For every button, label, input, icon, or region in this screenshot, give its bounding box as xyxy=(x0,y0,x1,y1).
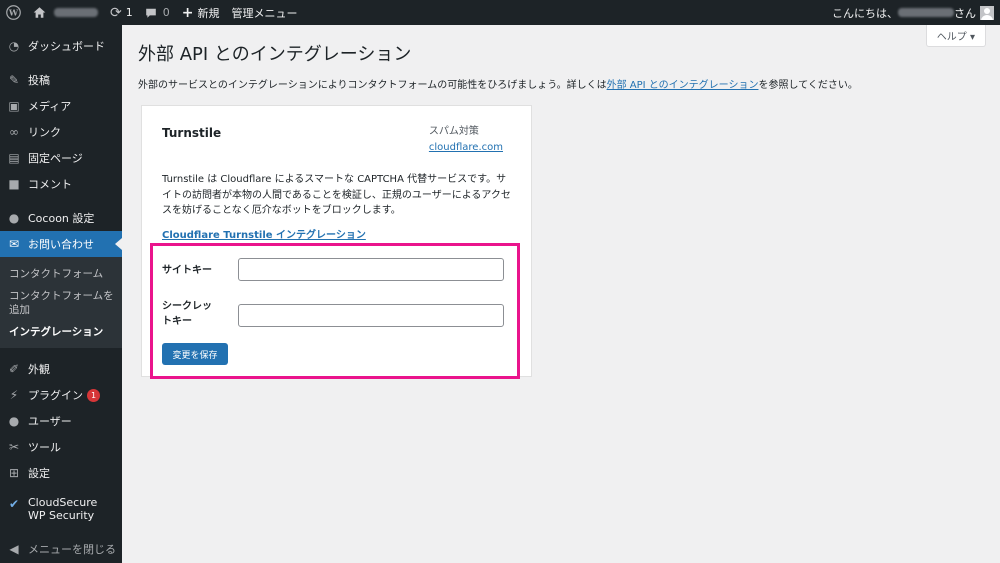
link-icon: ∞ xyxy=(9,125,19,139)
sidebar-label: 外観 xyxy=(28,363,50,376)
turnstile-integration-link[interactable]: Cloudflare Turnstile インテグレーション xyxy=(162,226,366,241)
sidebar-label: リンク xyxy=(28,126,61,139)
card-category: スパム対策 cloudflare.com xyxy=(429,122,503,153)
intro-text: 外部のサービスとのインテグレーションによりコンタクトフォームの可能性をひろげまし… xyxy=(138,76,858,91)
intro-link[interactable]: 外部 API とのインテグレーション xyxy=(607,80,759,91)
pages-icon: ▤ xyxy=(8,151,20,165)
cocoon-icon: ● xyxy=(8,211,20,225)
sidebar-item-users[interactable]: ● ユーザー xyxy=(0,408,122,434)
sidebar-label: 固定ページ xyxy=(28,152,83,165)
wrench-icon: ✂ xyxy=(8,440,20,454)
sidebar-item-dashboard[interactable]: ◔ ダッシュボード xyxy=(0,33,122,59)
updates-icon: ⟳ xyxy=(110,4,122,21)
submenu-add-form[interactable]: コンタクトフォームを追加 xyxy=(0,285,122,321)
collapse-arrow-icon: ◀ xyxy=(9,542,19,556)
site-key-label: サイトキー xyxy=(162,265,212,276)
settings-icon: ⊞ xyxy=(8,466,20,480)
admin-sidebar: ◔ ダッシュボード ✎ 投稿 ▣ メディア ∞ リンク ▤ 固定ページ ■ コメ… xyxy=(0,25,122,563)
updates-count: 1 xyxy=(125,6,133,19)
comments-count: 0 xyxy=(162,6,170,19)
help-tab-button[interactable]: ヘルプ ▾ xyxy=(925,25,986,47)
sidebar-label: Cocoon 設定 xyxy=(28,212,95,225)
sidebar-label: 投稿 xyxy=(28,74,50,87)
sidebar-item-settings[interactable]: ⊞ 設定 xyxy=(0,460,122,486)
admin-menu-item[interactable]: 管理メニュー xyxy=(225,0,303,25)
secret-key-label: シークレッ トキー xyxy=(162,299,212,329)
media-icon: ▣ xyxy=(8,99,20,113)
sidebar-label: CloudSecure WP Security xyxy=(28,496,98,522)
sidebar-item-plugins[interactable]: ⚡ プラグイン 1 xyxy=(0,382,122,408)
greeting-text: こんにちは、 xyxy=(832,6,898,20)
new-content-item[interactable]: + 新規 xyxy=(176,0,226,25)
contact-submenu: コンタクトフォーム コンタクトフォームを追加 インテグレーション xyxy=(0,257,122,348)
sidebar-item-pages[interactable]: ▤ 固定ページ xyxy=(0,145,122,171)
sidebar-item-links[interactable]: ∞ リンク xyxy=(0,119,122,145)
turnstile-integration-card: Turnstile スパム対策 cloudflare.com Turnstile… xyxy=(141,105,532,379)
plugins-update-badge: 1 xyxy=(87,388,100,402)
home-icon xyxy=(33,7,46,18)
svg-text:W: W xyxy=(8,8,19,18)
sidebar-item-cocoon[interactable]: ● Cocoon 設定 xyxy=(0,205,122,231)
comment-icon: ■ xyxy=(8,177,20,191)
dashboard-icon: ◔ xyxy=(8,39,20,53)
admin-bar: W ⟳ 1 0 + 新規 管理メニュー こんにちは、 さん xyxy=(0,0,1000,25)
plugin-icon: ⚡ xyxy=(9,388,19,402)
shield-check-icon: ✔ xyxy=(8,497,20,511)
collapse-menu-button[interactable]: ◀ メニューを閉じる xyxy=(0,536,122,562)
intro-suffix: を参照してください。 xyxy=(758,80,858,91)
paintbrush-icon: ✐ xyxy=(8,362,20,376)
comments-item[interactable]: 0 xyxy=(139,0,176,25)
secret-key-label-line2: トキー xyxy=(162,316,192,327)
card-title: Turnstile xyxy=(162,126,222,140)
sidebar-item-appearance[interactable]: ✐ 外観 xyxy=(0,356,122,382)
updates-item[interactable]: ⟳ 1 xyxy=(104,0,139,25)
help-label: ヘルプ ▾ xyxy=(936,32,975,43)
pushpin-icon: ✎ xyxy=(8,73,20,87)
sidebar-label: メディア xyxy=(28,100,72,113)
sidebar-item-posts[interactable]: ✎ 投稿 xyxy=(0,67,122,93)
intro-prefix: 外部のサービスとのインテグレーションによりコンタクトフォームの可能性をひろげまし… xyxy=(138,80,607,91)
cloudflare-link[interactable]: cloudflare.com xyxy=(429,142,503,153)
new-label: 新規 xyxy=(197,6,220,20)
sidebar-item-tools[interactable]: ✂ ツール xyxy=(0,434,122,460)
site-name[interactable] xyxy=(27,0,104,25)
main-content: ヘルプ ▾ 外部 API とのインテグレーション 外部のサービスとのインテグレー… xyxy=(122,25,1000,563)
wordpress-logo-icon[interactable]: W xyxy=(0,0,27,25)
mail-icon: ✉ xyxy=(8,237,20,251)
greeting-suffix: さん xyxy=(954,6,976,20)
sidebar-label: ダッシュボード xyxy=(28,40,105,53)
sidebar-item-media[interactable]: ▣ メディア xyxy=(0,93,122,119)
sidebar-label: コメント xyxy=(28,178,72,191)
sidebar-label: お問い合わせ xyxy=(28,238,94,251)
submenu-contact-forms[interactable]: コンタクトフォーム xyxy=(0,263,122,285)
secret-key-input[interactable] xyxy=(238,304,504,327)
submenu-integration[interactable]: インテグレーション xyxy=(0,321,122,343)
avatar xyxy=(980,5,994,20)
sidebar-label: プラグイン xyxy=(28,389,83,402)
site-key-input[interactable] xyxy=(238,258,504,281)
sidebar-item-contact[interactable]: ✉ お問い合わせ xyxy=(0,231,122,257)
sidebar-label: 設定 xyxy=(28,467,50,480)
blurred-site-name xyxy=(54,8,98,17)
blurred-user-name xyxy=(898,8,954,17)
user-icon: ● xyxy=(8,414,20,428)
card-description: Turnstile は Cloudflare によるスマートな CAPTCHA … xyxy=(162,174,511,216)
sidebar-item-comments[interactable]: ■ コメント xyxy=(0,171,122,197)
save-button[interactable]: 変更を保存 xyxy=(162,343,228,365)
secret-key-label-line1: シークレッ xyxy=(162,301,212,312)
admin-menu-label: 管理メニュー xyxy=(231,6,298,20)
sidebar-label: メニューを閉じる xyxy=(28,543,116,556)
page-title: 外部 API とのインテグレーション xyxy=(138,44,412,65)
category-label: スパム対策 xyxy=(428,126,479,137)
sidebar-label: ユーザー xyxy=(28,415,72,428)
plus-icon: + xyxy=(181,4,194,21)
sidebar-label: ツール xyxy=(28,441,61,454)
sidebar-item-cloudsecure[interactable]: ✔ CloudSecure WP Security xyxy=(0,494,122,528)
my-account[interactable]: こんにちは、 さん xyxy=(832,5,1000,21)
comment-bubble-icon xyxy=(145,8,156,18)
